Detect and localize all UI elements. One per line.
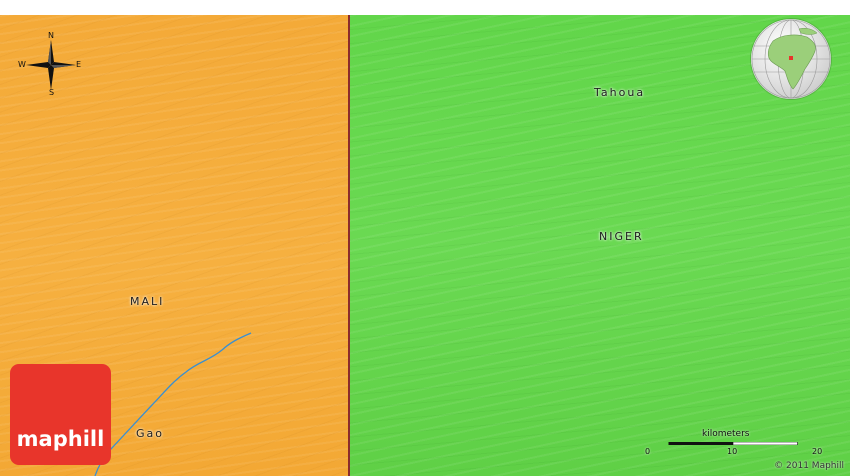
scale-tick-0: 0 [645,447,651,456]
compass-south-letter: S [49,88,55,97]
scale-title: kilometers [702,429,750,439]
scale-tick-20: 20 [812,447,823,456]
maphill-logo[interactable]: maphill [10,364,111,465]
scale-bar: kilometers 0 10 20 [645,428,825,458]
compass-rose-icon: N S E W [18,31,84,98]
top-white-strip [0,0,850,15]
city-label-gao: Gao [136,427,164,440]
scale-bar-graphic [668,442,798,445]
compass-west-letter: W [18,60,26,69]
country-label-mali: MALI [130,295,165,308]
globe-locator-icon [751,19,831,99]
country-label-niger: NIGER [599,230,644,243]
copyright-text: © 2011 Maphill [774,461,844,471]
maphill-logo-text: maphill [16,427,105,451]
map-canvas[interactable]: MALI NIGER Tahoua Gao N S E W maphill ki… [0,0,850,476]
scale-tick-10: 10 [727,447,738,456]
city-label-tahoua: Tahoua [594,86,646,99]
compass-north-letter: N [48,31,54,40]
country-border-line [348,15,350,476]
compass-east-letter: E [76,60,82,69]
